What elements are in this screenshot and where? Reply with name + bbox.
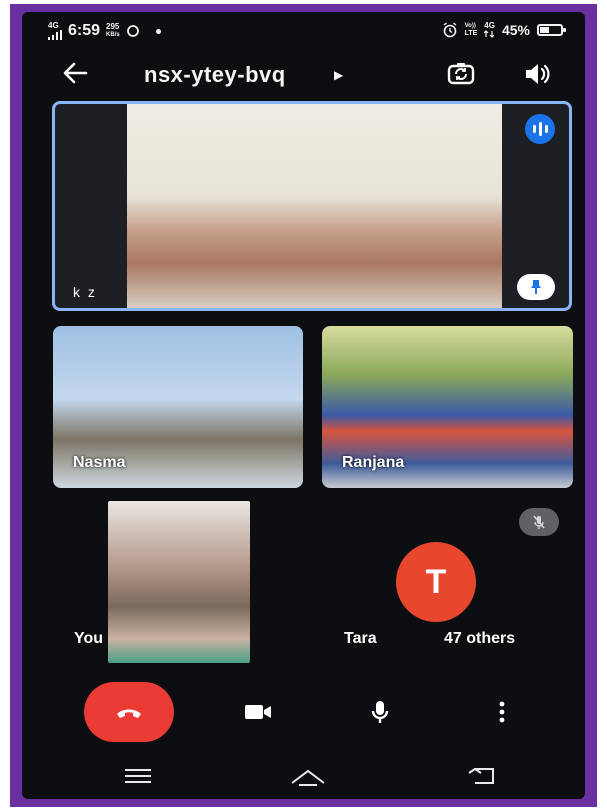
meeting-code[interactable]: nsx-ytey-bvq (144, 62, 286, 88)
phone-screen: 4G 6:59 295 KB/s Vo)) LTE 4G 45% nsx-yte… (22, 12, 585, 799)
signal-group: 4G (48, 22, 62, 40)
self-view-tile[interactable] (108, 501, 250, 663)
main-participant-tile[interactable]: k z (52, 101, 572, 311)
speed-unit: KB/s (106, 32, 120, 38)
menu-icon[interactable] (118, 762, 158, 790)
main-participant-name: k z (73, 284, 97, 300)
battery-percent: 45% (501, 22, 530, 38)
notification-dot-icon (155, 28, 161, 34)
speaking-indicator-icon (525, 114, 555, 144)
network-right-group: 4G (484, 22, 495, 38)
main-video-feed (127, 104, 502, 308)
system-nav-bar (22, 756, 585, 796)
data-speed: 295 KB/s (106, 23, 120, 39)
camera-flip-icon[interactable] (446, 59, 476, 89)
speaker-icon[interactable] (522, 59, 552, 89)
speed-value: 295 (106, 22, 120, 31)
status-left: 4G 6:59 295 KB/s (48, 22, 161, 40)
pin-icon[interactable] (517, 274, 555, 300)
video-icon (245, 705, 271, 719)
data-arrows-icon (484, 30, 495, 38)
volte-group: Vo)) LTE (465, 22, 478, 38)
mic-icon (371, 701, 389, 723)
back-arrow-icon[interactable] (60, 58, 94, 88)
mic-off-icon (519, 508, 559, 536)
status-bar: 4G 6:59 295 KB/s Vo)) LTE 4G 45% (22, 12, 585, 46)
battery-fill (540, 27, 549, 33)
more-options-button[interactable] (484, 694, 520, 730)
sync-status-icon (126, 25, 139, 37)
participant-name: Nasma (73, 454, 126, 471)
back-nav-icon[interactable] (462, 762, 502, 790)
meeting-info-arrow-icon[interactable]: ▶ (334, 68, 343, 82)
home-icon[interactable] (288, 762, 328, 790)
camera-toggle-button[interactable] (240, 694, 276, 730)
network-type: 4G (48, 21, 59, 30)
signal-icon (48, 30, 62, 40)
network-right: 4G (484, 21, 495, 30)
participant-tile[interactable]: Ranjana (322, 326, 573, 488)
participant-name: Ranjana (342, 454, 405, 471)
carrier-label-2: LTE (464, 30, 478, 37)
participant-name: Tara (344, 630, 377, 647)
participant-tile[interactable]: Nasma (53, 326, 303, 488)
call-controls (22, 676, 585, 742)
end-call-icon (117, 709, 141, 718)
mic-toggle-button[interactable] (362, 694, 398, 730)
app-bar: nsx-ytey-bvq ▶ (22, 50, 585, 98)
participant-avatar[interactable]: T (396, 542, 476, 622)
carrier-label-1: Vo)) (464, 23, 476, 29)
status-time: 6:59 (68, 22, 101, 39)
others-count[interactable]: 47 others (444, 630, 515, 648)
self-participant-name: You (74, 630, 104, 647)
battery-icon (537, 24, 566, 36)
alarm-icon (443, 22, 457, 38)
more-vert-icon (499, 701, 505, 723)
status-right: Vo)) LTE 4G 45% (442, 22, 566, 38)
end-call-button[interactable] (84, 682, 174, 742)
